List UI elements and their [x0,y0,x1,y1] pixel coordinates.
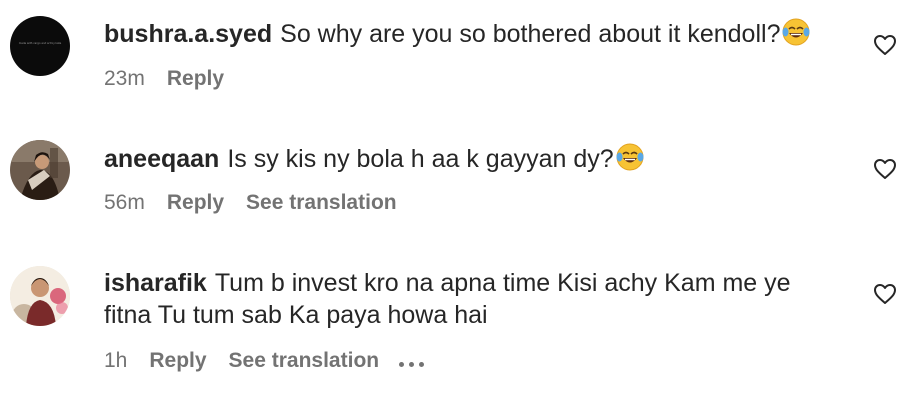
comment-item: made with cargo and art by kate bushra.a… [0,0,908,115]
comment-meta: 1h Reply See translation [104,348,429,374]
reply-button[interactable]: Reply [149,349,206,372]
reply-button[interactable]: Reply [167,67,224,90]
comment-item: aneeqaan Is sy kis ny bola h aa k gayyan … [0,115,908,240]
comment-body: isharafik Tum b invest kro na apna time K… [104,267,834,331]
ellipsis-icon[interactable] [399,348,429,374]
heart-outline-icon[interactable] [873,158,897,180]
avatar[interactable]: made with cargo and art by kate [10,16,70,76]
comment-body: aneeqaan Is sy kis ny bola h aa k gayyan … [104,142,834,175]
reply-button[interactable]: Reply [167,191,224,214]
comment-username[interactable]: aneeqaan [104,145,219,173]
comment-body: bushra.a.syed So why are you so bothered … [104,17,834,50]
comment-meta: 23m Reply [104,66,246,92]
comment-username[interactable]: bushra.a.syed [104,20,272,48]
see-translation-button[interactable]: See translation [246,191,397,214]
comment-text: So why are you so bothered about it kend… [280,20,781,48]
face-with-tears-of-joy-icon [782,18,810,46]
avatar[interactable] [10,266,70,326]
avatar[interactable] [10,140,70,200]
face-with-tears-of-joy-icon [616,143,644,171]
comment-item: isharafik Tum b invest kro na apna time K… [0,240,908,405]
see-translation-button[interactable]: See translation [229,349,380,372]
heart-outline-icon[interactable] [873,34,897,56]
comment-timestamp: 23m [104,67,145,90]
comment-username[interactable]: isharafik [104,269,207,297]
comment-timestamp: 56m [104,191,145,214]
comment-timestamp: 1h [104,349,128,372]
comment-meta: 56m Reply See translation [104,190,419,216]
heart-outline-icon[interactable] [873,283,897,305]
avatar-fine-print: made with cargo and art by kate [19,41,62,45]
comment-text: Is sy kis ny bola h aa k gayyan dy? [227,145,614,173]
